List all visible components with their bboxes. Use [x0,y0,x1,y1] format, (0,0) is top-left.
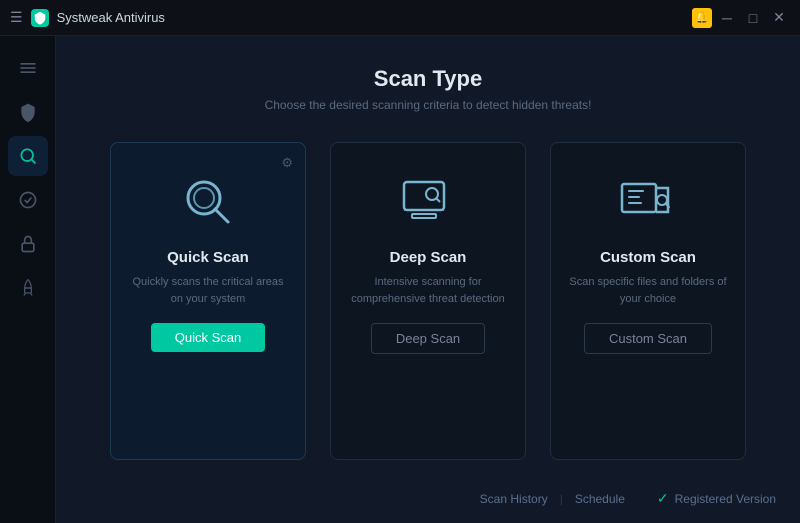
settings-icon[interactable]: ⚙ [281,155,293,171]
sidebar [0,36,56,523]
deep-scan-card[interactable]: Deep Scan Intensive scanning for compreh… [330,142,526,460]
schedule-link[interactable]: Schedule [575,492,625,506]
deep-scan-title: Deep Scan [390,249,467,266]
custom-scan-button[interactable]: Custom Scan [584,323,712,354]
content-area: Scan Type Choose the desired scanning cr… [56,36,800,523]
quick-scan-title: Quick Scan [167,249,249,266]
custom-scan-title: Custom Scan [600,249,696,266]
app-title: Systweak Antivirus [57,10,165,25]
custom-scan-card[interactable]: Custom Scan Scan specific files and fold… [550,142,746,460]
registered-check-icon: ✓ [657,490,669,507]
footer-divider: | [560,492,563,506]
sidebar-item-menu[interactable] [8,48,48,88]
custom-scan-description: Scan specific files and folders of your … [567,274,729,307]
minimize-button[interactable]: ─ [716,7,738,29]
deep-scan-button[interactable]: Deep Scan [371,323,485,354]
main-layout: Scan Type Choose the desired scanning cr… [0,36,800,523]
sidebar-item-rocket[interactable] [8,268,48,308]
titlebar-controls: 🔔 ─ □ ✕ [692,7,790,29]
deep-scan-description: Intensive scanning for comprehensive thr… [347,274,509,307]
sidebar-item-check[interactable] [8,180,48,220]
quick-scan-card[interactable]: ⚙ Quick Scan Quickly scans the critical … [110,142,306,460]
titlebar-left: ☰ Systweak Antivirus [10,9,165,27]
maximize-button[interactable]: □ [742,7,764,29]
hamburger-icon[interactable]: ☰ [10,9,23,26]
page-subtitle: Choose the desired scanning criteria to … [76,98,780,112]
content-header: Scan Type Choose the desired scanning cr… [56,36,800,132]
sidebar-item-search[interactable] [8,136,48,176]
deep-scan-icon [393,167,463,237]
scan-history-link[interactable]: Scan History [480,492,548,506]
scan-cards-container: ⚙ Quick Scan Quickly scans the critical … [56,132,800,480]
notification-icon[interactable]: 🔔 [692,8,712,28]
sidebar-item-shield[interactable] [8,92,48,132]
close-button[interactable]: ✕ [768,7,790,29]
quick-scan-button[interactable]: Quick Scan [151,323,265,352]
quick-scan-description: Quickly scans the critical areas on your… [127,274,289,307]
custom-scan-icon [613,167,683,237]
sidebar-item-lock[interactable] [8,224,48,264]
registered-label: Registered Version [675,492,776,506]
page-title: Scan Type [76,66,780,92]
registered-status: ✓ Registered Version [657,490,776,507]
content-footer: Scan History | Schedule ✓ Registered Ver… [56,480,800,523]
app-logo [31,9,49,27]
titlebar: ☰ Systweak Antivirus 🔔 ─ □ ✕ [0,0,800,36]
quick-scan-icon [173,167,243,237]
